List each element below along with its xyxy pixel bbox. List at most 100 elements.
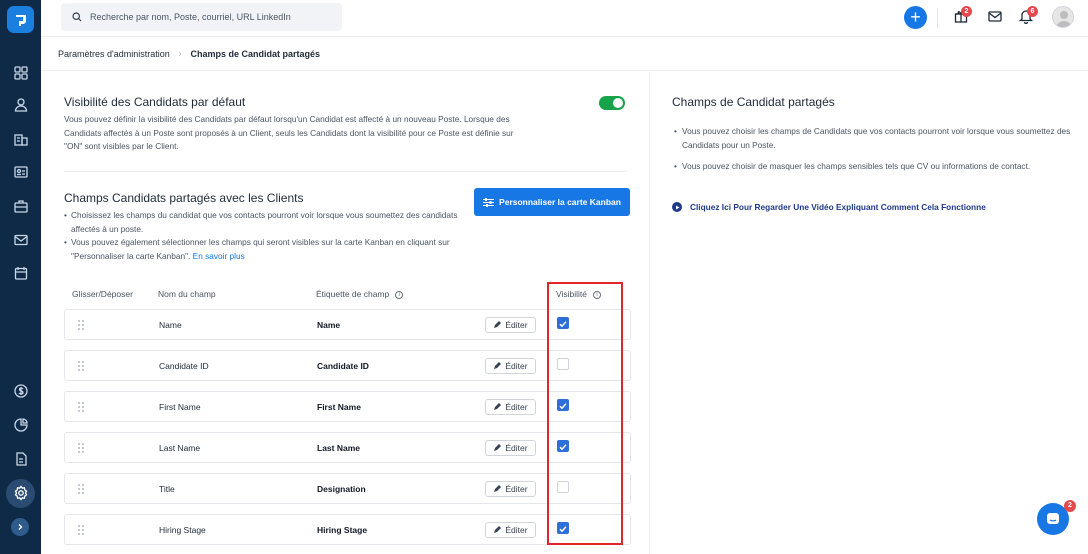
header-field-name: Nom du champ <box>158 289 216 299</box>
search-icon <box>72 12 82 22</box>
pencil-icon <box>494 444 502 451</box>
drag-handle-icon[interactable] <box>77 483 85 495</box>
pencil-icon <box>494 526 502 533</box>
field-label: Hiring Stage <box>317 525 368 535</box>
header-field-label: Étiquette de champ i <box>316 289 404 299</box>
mail-icon[interactable] <box>0 225 41 255</box>
sidebar <box>0 0 41 554</box>
header-drag: Glisser/Déposer <box>72 289 133 299</box>
play-icon <box>672 202 682 212</box>
toggle-knob <box>613 98 623 108</box>
info-icon[interactable]: i <box>395 290 404 299</box>
pencil-icon <box>494 485 502 492</box>
sliders-icon <box>483 197 495 207</box>
help-bullet-2: Vous pouvez choisir de masquer les champ… <box>672 159 1072 173</box>
field-label: Candidate ID <box>317 361 369 371</box>
edit-button[interactable]: Éditer <box>485 358 536 374</box>
mail-icon[interactable] <box>987 8 1005 26</box>
expand-icon[interactable] <box>11 518 29 536</box>
table-row[interactable]: Last Name Last Name Éditer <box>64 432 631 463</box>
reports-icon[interactable] <box>0 410 41 440</box>
table-row[interactable]: Candidate ID Candidate ID Éditer <box>64 350 631 381</box>
field-name: Hiring Stage <box>159 525 206 535</box>
visibility-title: Visibilité des Candidats par défaut <box>64 95 246 109</box>
drag-handle-icon[interactable] <box>77 442 85 454</box>
gift-badge: 2 <box>961 6 972 17</box>
field-label: Name <box>317 320 341 330</box>
visibility-toggle[interactable] <box>599 96 625 110</box>
help-bullets: Vous pouvez choisir les champs de Candid… <box>672 124 1072 180</box>
edit-button[interactable]: Éditer <box>485 317 536 333</box>
shared-bullet-1: Choisissez les champs du candidat que vo… <box>64 209 474 236</box>
pencil-icon <box>494 321 502 328</box>
search-input[interactable]: Recherche par nom, Poste, courriel, URL … <box>61 3 342 31</box>
dashboard-icon[interactable] <box>0 58 41 88</box>
pencil-icon <box>494 403 502 410</box>
jobs-icon[interactable] <box>0 191 41 221</box>
table-row[interactable]: Title Designation Éditer <box>64 473 631 504</box>
visibility-description: Vous pouvez définir la visibilité des Ca… <box>64 114 514 151</box>
section-divider <box>64 171 626 172</box>
drag-handle-icon[interactable] <box>77 360 85 372</box>
edit-label: Éditer <box>505 320 528 330</box>
help-title: Champs de Candidat partagés <box>672 95 835 109</box>
field-label: First Name <box>317 402 361 412</box>
video-link-text: Cliquez Ici Pour Regarder Une Vidéo Expl… <box>690 202 986 212</box>
app-logo[interactable] <box>7 6 34 33</box>
drag-handle-icon[interactable] <box>77 524 85 536</box>
companies-icon[interactable] <box>0 124 41 154</box>
table-row[interactable]: Name Name Éditer <box>64 309 631 340</box>
field-label: Last Name <box>317 443 360 453</box>
video-link[interactable]: Cliquez Ici Pour Regarder Une Vidéo Expl… <box>672 202 986 212</box>
shared-bullet-2: Vous pouvez également sélectionner les c… <box>64 236 474 263</box>
chat-badge: 2 <box>1064 500 1076 512</box>
edit-label: Éditer <box>505 443 528 453</box>
edit-label: Éditer <box>505 484 528 494</box>
drag-handle-icon[interactable] <box>77 401 85 413</box>
shared-fields-bullets: Choisissez les champs du candidat que vo… <box>64 209 474 263</box>
breadcrumb: Paramètres d'administration › Champs de … <box>41 36 1088 71</box>
documents-icon[interactable] <box>0 444 41 474</box>
table-row[interactable]: Hiring Stage Hiring Stage Éditer <box>64 514 631 545</box>
help-panel: Champs de Candidat partagés Vous pouvez … <box>649 72 1088 554</box>
dollar-icon[interactable] <box>0 376 41 406</box>
bell-badge: 6 <box>1027 6 1038 17</box>
shared-bullet-2-text: Vous pouvez également sélectionner les c… <box>71 237 450 261</box>
visibility-highlight-box <box>547 282 623 545</box>
field-name: Candidate ID <box>159 361 209 371</box>
breadcrumb-parent[interactable]: Paramètres d'administration <box>58 49 170 59</box>
pencil-icon <box>494 362 502 369</box>
field-name: First Name <box>159 402 201 412</box>
edit-button[interactable]: Éditer <box>485 481 536 497</box>
customize-kanban-button[interactable]: Personnaliser la carte Kanban <box>474 188 630 216</box>
candidates-icon[interactable] <box>0 90 41 120</box>
shared-fields-title: Champs Candidats partagés avec les Clien… <box>64 191 304 205</box>
field-name: Last Name <box>159 443 201 453</box>
customize-kanban-label: Personnaliser la carte Kanban <box>499 197 621 207</box>
field-name: Title <box>159 484 175 494</box>
search-placeholder: Recherche par nom, Poste, courriel, URL … <box>90 12 291 22</box>
field-name: Name <box>159 320 182 330</box>
help-bullet-1: Vous pouvez choisir les champs de Candid… <box>672 124 1072 152</box>
chat-icon <box>1047 513 1059 524</box>
learn-more-link[interactable]: En savoir plus <box>193 251 245 261</box>
settings-icon[interactable] <box>0 478 41 508</box>
header-field-label-text: Étiquette de champ <box>316 289 390 299</box>
topbar-divider <box>937 8 938 28</box>
edit-button[interactable]: Éditer <box>485 440 536 456</box>
edit-button[interactable]: Éditer <box>485 399 536 415</box>
edit-label: Éditer <box>505 402 528 412</box>
drag-handle-icon[interactable] <box>77 319 85 331</box>
main-content: Visibilité des Candidats par défaut Vous… <box>41 72 649 554</box>
contacts-icon[interactable] <box>0 157 41 187</box>
topbar: Recherche par nom, Poste, courriel, URL … <box>41 0 1088 36</box>
calendar-icon[interactable] <box>0 258 41 288</box>
breadcrumb-separator: › <box>178 49 182 58</box>
edit-button[interactable]: Éditer <box>485 522 536 538</box>
table-row[interactable]: First Name First Name Éditer <box>64 391 631 422</box>
edit-label: Éditer <box>505 525 528 535</box>
avatar[interactable] <box>1052 6 1074 28</box>
add-button[interactable]: + <box>904 6 927 29</box>
edit-label: Éditer <box>505 361 528 371</box>
breadcrumb-current: Champs de Candidat partagés <box>190 48 320 59</box>
